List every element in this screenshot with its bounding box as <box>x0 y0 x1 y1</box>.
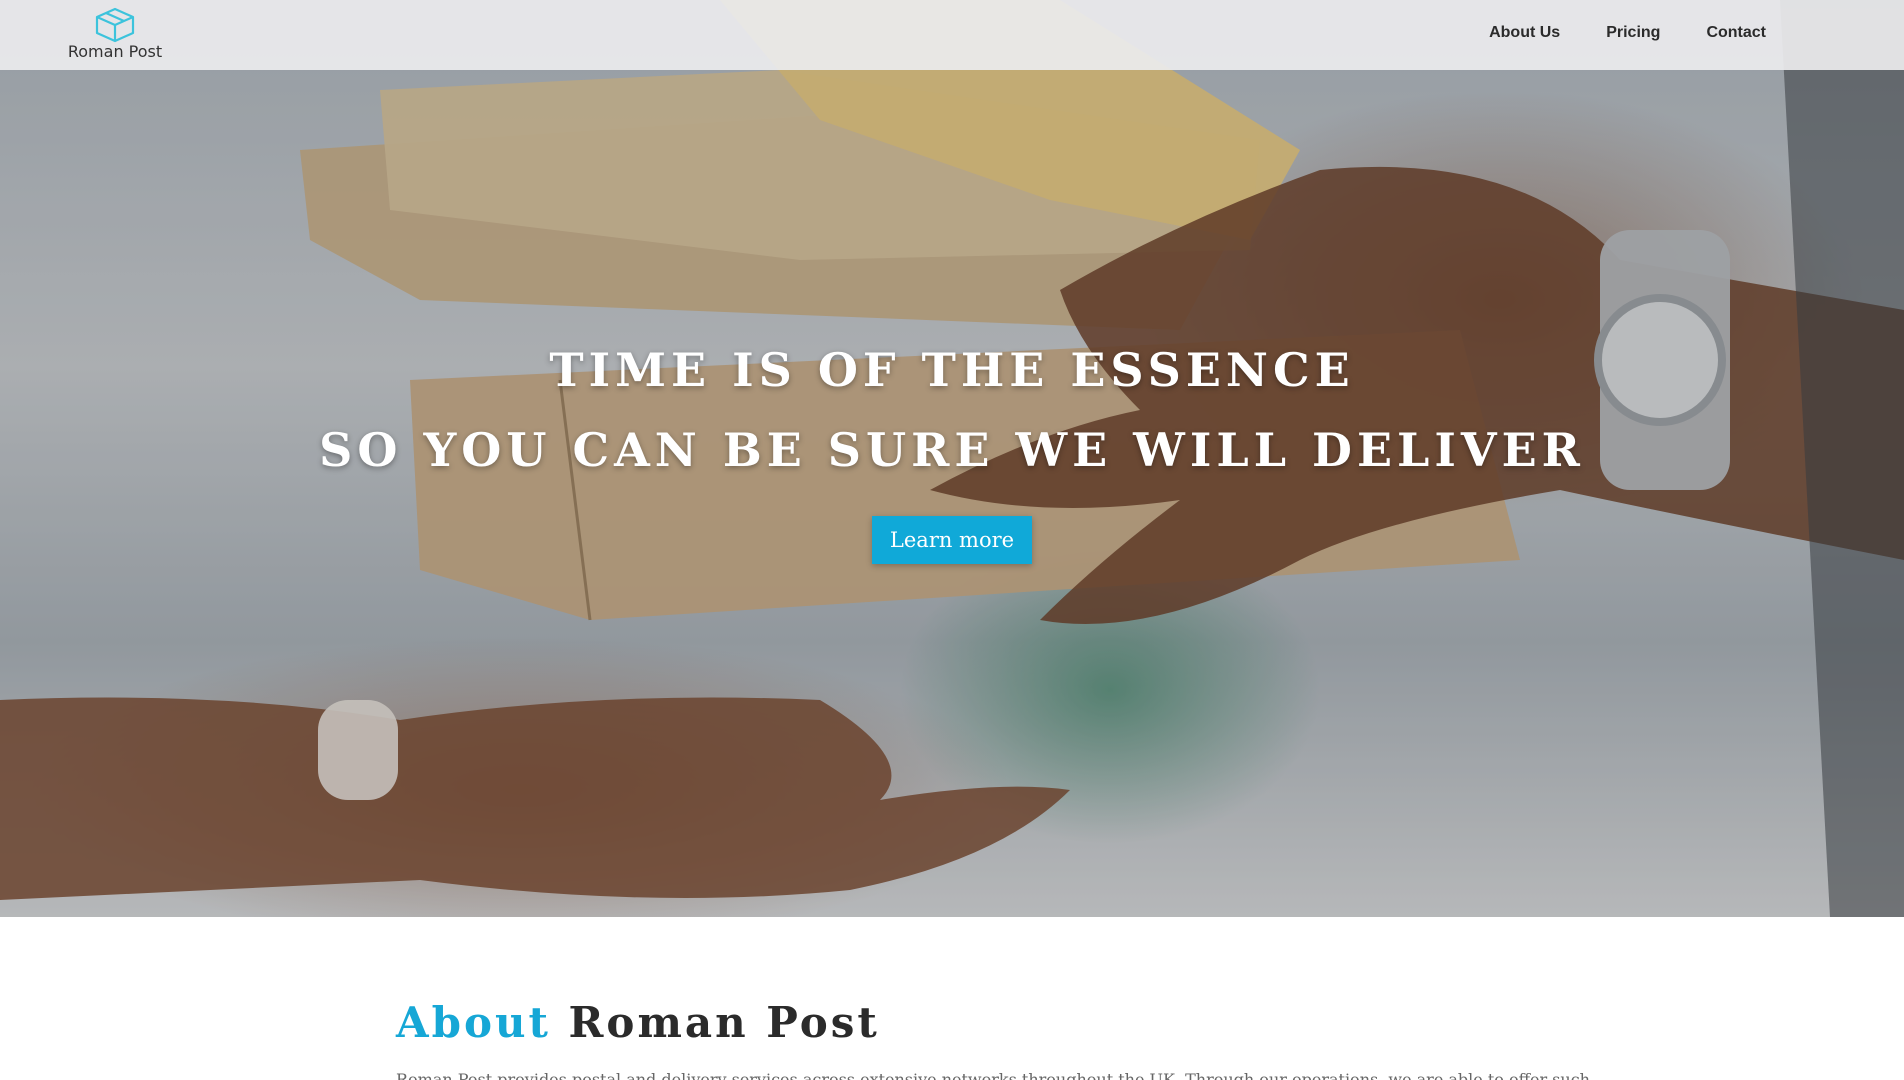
about-title: About Roman Post <box>396 998 1516 1047</box>
main-nav: About Us Pricing Contact <box>1489 24 1766 42</box>
logo[interactable]: Roman Post <box>64 6 166 61</box>
navbar: Roman Post About Us Pricing Contact <box>0 0 1904 70</box>
about-description: Roman Post provides postal and delivery … <box>396 1070 1590 1080</box>
nav-item-pricing[interactable]: Pricing <box>1606 24 1660 42</box>
hero-headline-line1: TIME IS OF THE ESSENCE <box>549 343 1355 397</box>
nav-item-about-us[interactable]: About Us <box>1489 24 1560 42</box>
about-title-accent: About <box>396 998 551 1047</box>
learn-more-button[interactable]: Learn more <box>871 516 1033 564</box>
about-section: About Roman Post Roman Post provides pos… <box>396 998 1590 1080</box>
hero-section: TIME IS OF THE ESSENCE SO YOU CAN BE SUR… <box>0 0 1904 917</box>
box-logo-icon <box>95 7 135 43</box>
nav-item-contact[interactable]: Contact <box>1706 24 1766 42</box>
logo-text: Roman Post <box>67 42 163 61</box>
hero-content: TIME IS OF THE ESSENCE SO YOU CAN BE SUR… <box>0 330 1904 564</box>
about-title-rest: Roman Post <box>568 998 880 1047</box>
hero-headline-line2: SO YOU CAN BE SURE WE WILL DELIVER <box>319 423 1585 477</box>
